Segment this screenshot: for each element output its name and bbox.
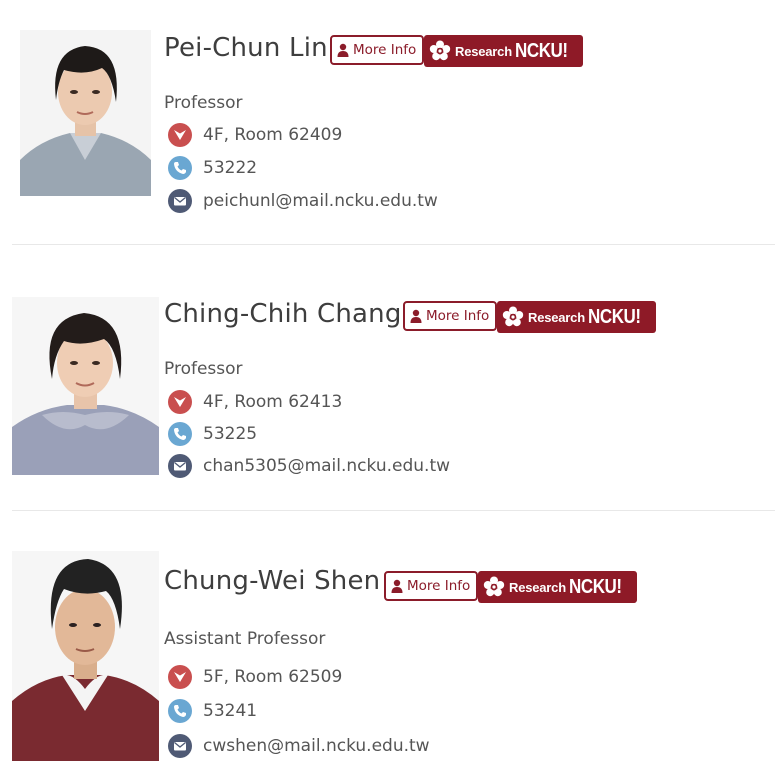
research-label: Research: [455, 43, 512, 59]
phone-row: 53222: [168, 155, 257, 181]
phone-text: 53222: [203, 158, 258, 178]
phone-row: 53241: [168, 698, 257, 724]
faculty-name: Chung-Wei Shen: [164, 566, 381, 596]
person-icon: [410, 309, 422, 323]
office-text: 5F, Room 62509: [203, 667, 343, 687]
more-info-button[interactable]: More Info: [384, 571, 479, 601]
faculty-title: Professor: [164, 359, 243, 379]
faculty-name: Ching-Chih Chang: [164, 299, 402, 329]
phone-icon: [168, 699, 192, 723]
faculty-card: Ching-Chih Chang More Info Research NCKU…: [0, 245, 775, 510]
email-link[interactable]: peichunl@mail.ncku.edu.tw: [203, 191, 438, 211]
ncku-label: NCKU!: [514, 39, 568, 62]
faculty-title: Assistant Professor: [164, 629, 326, 649]
phone-icon: [168, 422, 192, 446]
email-row: chan5305@mail.ncku.edu.tw: [168, 453, 450, 479]
research-ncku-button[interactable]: Research NCKU!: [424, 35, 583, 67]
ncku-label: NCKU!: [568, 575, 622, 598]
faculty-photo: [20, 30, 151, 196]
person-icon: [337, 43, 349, 57]
more-info-button[interactable]: More Info: [403, 301, 498, 331]
faculty-photo: [12, 551, 159, 761]
faculty-photo: [12, 297, 159, 475]
office-row: 4F, Room 62409: [168, 122, 342, 148]
ncku-flower-logo: [502, 306, 524, 327]
email-row: cwshen@mail.ncku.edu.tw: [168, 733, 430, 759]
ncku-flower-logo: [483, 576, 505, 597]
faculty-card: Pei-Chun Lin More Info Research NCKU! Pr…: [0, 0, 775, 244]
location-icon: [168, 390, 192, 414]
email-link[interactable]: chan5305@mail.ncku.edu.tw: [203, 456, 450, 476]
research-label: Research: [509, 579, 566, 595]
email-link[interactable]: cwshen@mail.ncku.edu.tw: [203, 736, 430, 756]
more-info-label: More Info: [407, 578, 471, 594]
envelope-icon: [168, 189, 192, 213]
office-text: 4F, Room 62409: [203, 125, 343, 145]
email-row: peichunl@mail.ncku.edu.tw: [168, 188, 438, 214]
more-info-label: More Info: [353, 42, 417, 58]
office-row: 5F, Room 62509: [168, 664, 342, 690]
envelope-icon: [168, 454, 192, 478]
location-icon: [168, 123, 192, 147]
office-text: 4F, Room 62413: [203, 392, 343, 412]
phone-text: 53225: [203, 424, 258, 444]
envelope-icon: [168, 734, 192, 758]
more-info-label: More Info: [426, 308, 490, 324]
faculty-title: Professor: [164, 93, 243, 113]
research-ncku-button[interactable]: Research NCKU!: [478, 571, 637, 603]
phone-text: 53241: [203, 701, 258, 721]
research-label: Research: [528, 309, 585, 325]
faculty-card: Chung-Wei Shen More Info Research NCKU! …: [0, 511, 775, 777]
phone-icon: [168, 156, 192, 180]
ncku-label: NCKU!: [587, 305, 641, 328]
research-ncku-button[interactable]: Research NCKU!: [497, 301, 656, 333]
ncku-flower-logo: [429, 40, 451, 61]
faculty-name: Pei-Chun Lin: [164, 33, 328, 63]
person-icon: [391, 579, 403, 593]
location-icon: [168, 665, 192, 689]
more-info-button[interactable]: More Info: [330, 35, 425, 65]
office-row: 4F, Room 62413: [168, 389, 342, 415]
phone-row: 53225: [168, 421, 257, 447]
